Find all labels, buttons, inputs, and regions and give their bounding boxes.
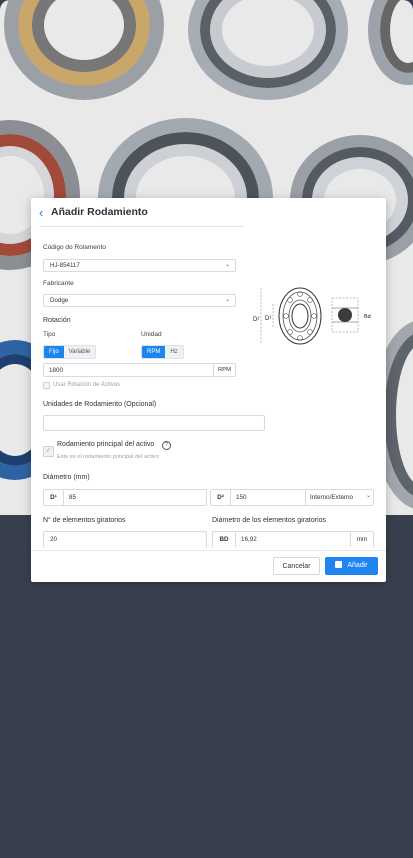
use-asset-rotation-checkbox[interactable] [43, 382, 50, 389]
rotation-unit-toggle: RPM Hz [141, 345, 184, 359]
diameter-d1-value: 85 [69, 494, 77, 501]
manufacturer-value: Dodge [50, 297, 69, 304]
add-button-label: Añadir [347, 562, 368, 569]
rotation-unit-hz[interactable]: Hz [165, 346, 183, 358]
dialog-title: Añadir Rodamiento [51, 206, 148, 218]
main-bearing-checkbox[interactable]: ✓ [43, 446, 54, 457]
rotation-label: Rotación [43, 317, 71, 324]
chevron-down-icon: ⌄ [365, 493, 371, 499]
main-bearing-hint: Este es el rodamiento principal del acti… [57, 454, 159, 460]
diameter-d1-input[interactable]: D¹ 85 [43, 489, 207, 506]
code-label: Código do Rolamento [43, 244, 106, 251]
main-bearing-label: Rodamiento principal del activo [57, 441, 155, 448]
manufacturer-select[interactable]: Dodge ⌄ [43, 294, 236, 307]
bearing-image [188, 0, 348, 100]
rotation-unit-suffix: RPM [213, 364, 235, 376]
rolling-elements-value: 20 [50, 536, 58, 543]
bearing-units-input[interactable] [43, 415, 265, 431]
rolling-elements-label: N° de elementos giratorios [43, 517, 126, 524]
rotation-unit-label: Unidad [141, 331, 162, 338]
bearing-units-label: Unidades de Rodamiento (Opcional) [43, 401, 157, 408]
rotation-type-toggle: Fijo Variable [43, 345, 97, 359]
element-diameter-value: 16,92 [241, 536, 257, 543]
code-value: HJ-854117 [50, 262, 80, 269]
manufacturer-label: Fabricante [43, 280, 74, 287]
diameter-d2-value: 150 [236, 494, 247, 501]
element-diameter-label: Diámetro de los elementos giratorios [212, 517, 326, 524]
use-asset-rotation-label: Usar Rotación de Activos [53, 382, 121, 388]
help-icon[interactable]: ? [162, 441, 171, 450]
diagram-d1-label: D¹ [265, 316, 271, 322]
diameter-label: Diámetro (mm) [43, 474, 90, 481]
bearing-image [368, 0, 413, 85]
diameter-mode-select[interactable]: Interno/Externo ⌄ [305, 490, 376, 505]
element-diameter-unit: mm [350, 532, 373, 547]
chevron-down-icon: ⌄ [224, 297, 230, 303]
diameter-d2-input[interactable]: D² 150 Interno/Externo ⌄ [210, 489, 374, 506]
add-button[interactable]: Añadir [325, 557, 378, 575]
diameter-d1-prefix: D¹ [44, 490, 64, 505]
bearing-diagram: D² D¹ Bd [253, 287, 371, 345]
rotation-type-variable[interactable]: Variable [63, 346, 96, 358]
rotation-unit-rpm[interactable]: RPM [142, 346, 166, 358]
code-select[interactable]: HJ-854117 ⌄ [43, 259, 236, 272]
element-diameter-prefix: BD [213, 532, 236, 547]
dialog-header: ‹ Añadir Rodamiento [31, 198, 386, 228]
rotation-input[interactable]: 1800 RPM [43, 363, 236, 377]
app-frame: ‹ Añadir Rodamiento Código do Rolamento … [0, 0, 413, 858]
rotation-value: 1800 [49, 367, 64, 374]
rotation-type-label: Tipo [43, 331, 56, 338]
header-divider [39, 226, 244, 227]
save-icon [335, 560, 343, 568]
rotation-type-fixed[interactable]: Fijo [44, 346, 64, 358]
diameter-mode-value: Interno/Externo [310, 494, 354, 501]
bearing-image [4, 0, 164, 100]
chevron-down-icon: ⌄ [224, 262, 230, 268]
diagram-d2-label: D² [253, 317, 259, 323]
cancel-button[interactable]: Cancelar [273, 557, 320, 575]
add-bearing-dialog: ‹ Añadir Rodamiento Código do Rolamento … [31, 198, 386, 582]
diagram-bd-label: Bd [364, 314, 371, 320]
element-diameter-input[interactable]: BD 16,92 mm [212, 531, 374, 548]
diameter-d2-prefix: D² [211, 490, 231, 505]
rolling-elements-input[interactable]: 20 [43, 531, 207, 548]
dialog-footer: Cancelar Añadir [31, 550, 386, 582]
chevron-left-icon[interactable]: ‹ [39, 206, 43, 219]
